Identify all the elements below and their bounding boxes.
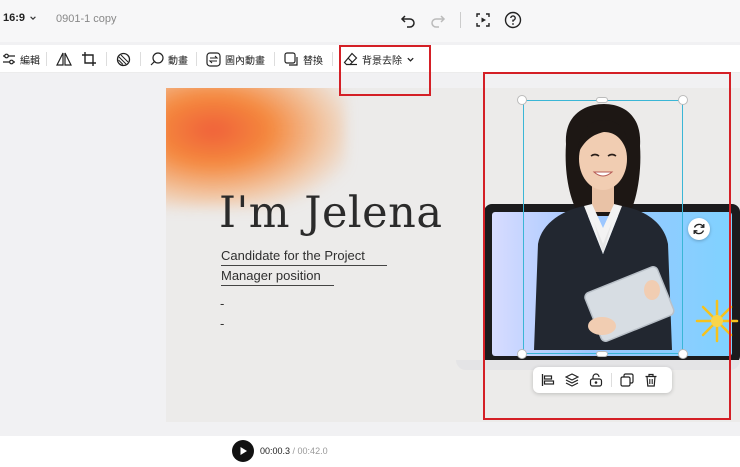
annotation-highlight-remove-bg bbox=[339, 45, 431, 96]
total-time: 00:42.0 bbox=[297, 446, 328, 456]
animation-icon bbox=[150, 52, 164, 66]
opacity-icon bbox=[116, 52, 131, 66]
playback-time: 00:00.3 / 00:42.0 bbox=[260, 446, 328, 456]
animation-button[interactable]: 動畫 bbox=[150, 49, 188, 69]
toolbar-divider bbox=[274, 52, 275, 66]
flip-icon bbox=[56, 52, 72, 66]
editor-app: 16:9 0901-1 copy 編輯 動畫 圖內動畫 替換 背景去除 I'm … bbox=[0, 0, 740, 467]
replace-icon bbox=[284, 51, 298, 66]
bullet-dash[interactable]: - bbox=[220, 316, 224, 331]
top-bar: 16:9 0901-1 copy bbox=[0, 0, 740, 42]
document-title[interactable]: 0901-1 copy bbox=[56, 13, 117, 25]
help-icon[interactable] bbox=[503, 10, 523, 30]
current-time: 00:00.3 bbox=[260, 446, 291, 456]
aspect-ratio-label: 16:9 bbox=[3, 12, 26, 24]
animation-label: 動畫 bbox=[168, 55, 188, 67]
time-separator: / bbox=[290, 446, 298, 456]
inner-animation-icon bbox=[206, 51, 221, 67]
preview-icon[interactable] bbox=[473, 10, 493, 30]
flip-button[interactable] bbox=[56, 49, 72, 69]
opacity-button[interactable] bbox=[116, 49, 131, 69]
toolbar-divider bbox=[46, 52, 47, 66]
toolbar-divider bbox=[140, 52, 141, 66]
aspect-ratio-dropdown[interactable]: 16:9 bbox=[3, 12, 37, 24]
play-button[interactable] bbox=[232, 440, 254, 462]
undo-icon[interactable] bbox=[398, 10, 418, 30]
inner-animation-button[interactable]: 圖內動畫 bbox=[206, 49, 265, 69]
edit-button[interactable]: 編輯 bbox=[2, 49, 40, 69]
bullet-dash[interactable]: - bbox=[220, 296, 224, 311]
toolbar-divider bbox=[106, 52, 107, 66]
replace-label: 替換 bbox=[303, 55, 323, 67]
edit-label: 編輯 bbox=[20, 55, 40, 67]
inner-animation-label: 圖內動畫 bbox=[225, 55, 265, 67]
slide-subtitle-line1[interactable]: Candidate for the Project bbox=[221, 248, 387, 266]
redo-icon[interactable] bbox=[428, 10, 448, 30]
replace-button[interactable]: 替換 bbox=[284, 49, 323, 69]
toolbar-divider bbox=[332, 52, 333, 66]
toolbar-divider bbox=[460, 12, 461, 28]
history-controls bbox=[398, 10, 523, 30]
annotation-highlight-portrait bbox=[483, 72, 731, 420]
playback-bar: 00:00.3 / 00:42.0 bbox=[0, 436, 740, 467]
crop-icon bbox=[82, 52, 96, 66]
toolbar-divider bbox=[196, 52, 197, 66]
crop-button[interactable] bbox=[82, 49, 96, 69]
slide-subtitle-line2[interactable]: Manager position bbox=[221, 268, 334, 286]
sliders-icon bbox=[3, 53, 15, 65]
play-icon bbox=[240, 447, 247, 455]
slide-heading[interactable]: I'm Jelena bbox=[219, 188, 442, 238]
chevron-down-icon bbox=[30, 16, 36, 20]
